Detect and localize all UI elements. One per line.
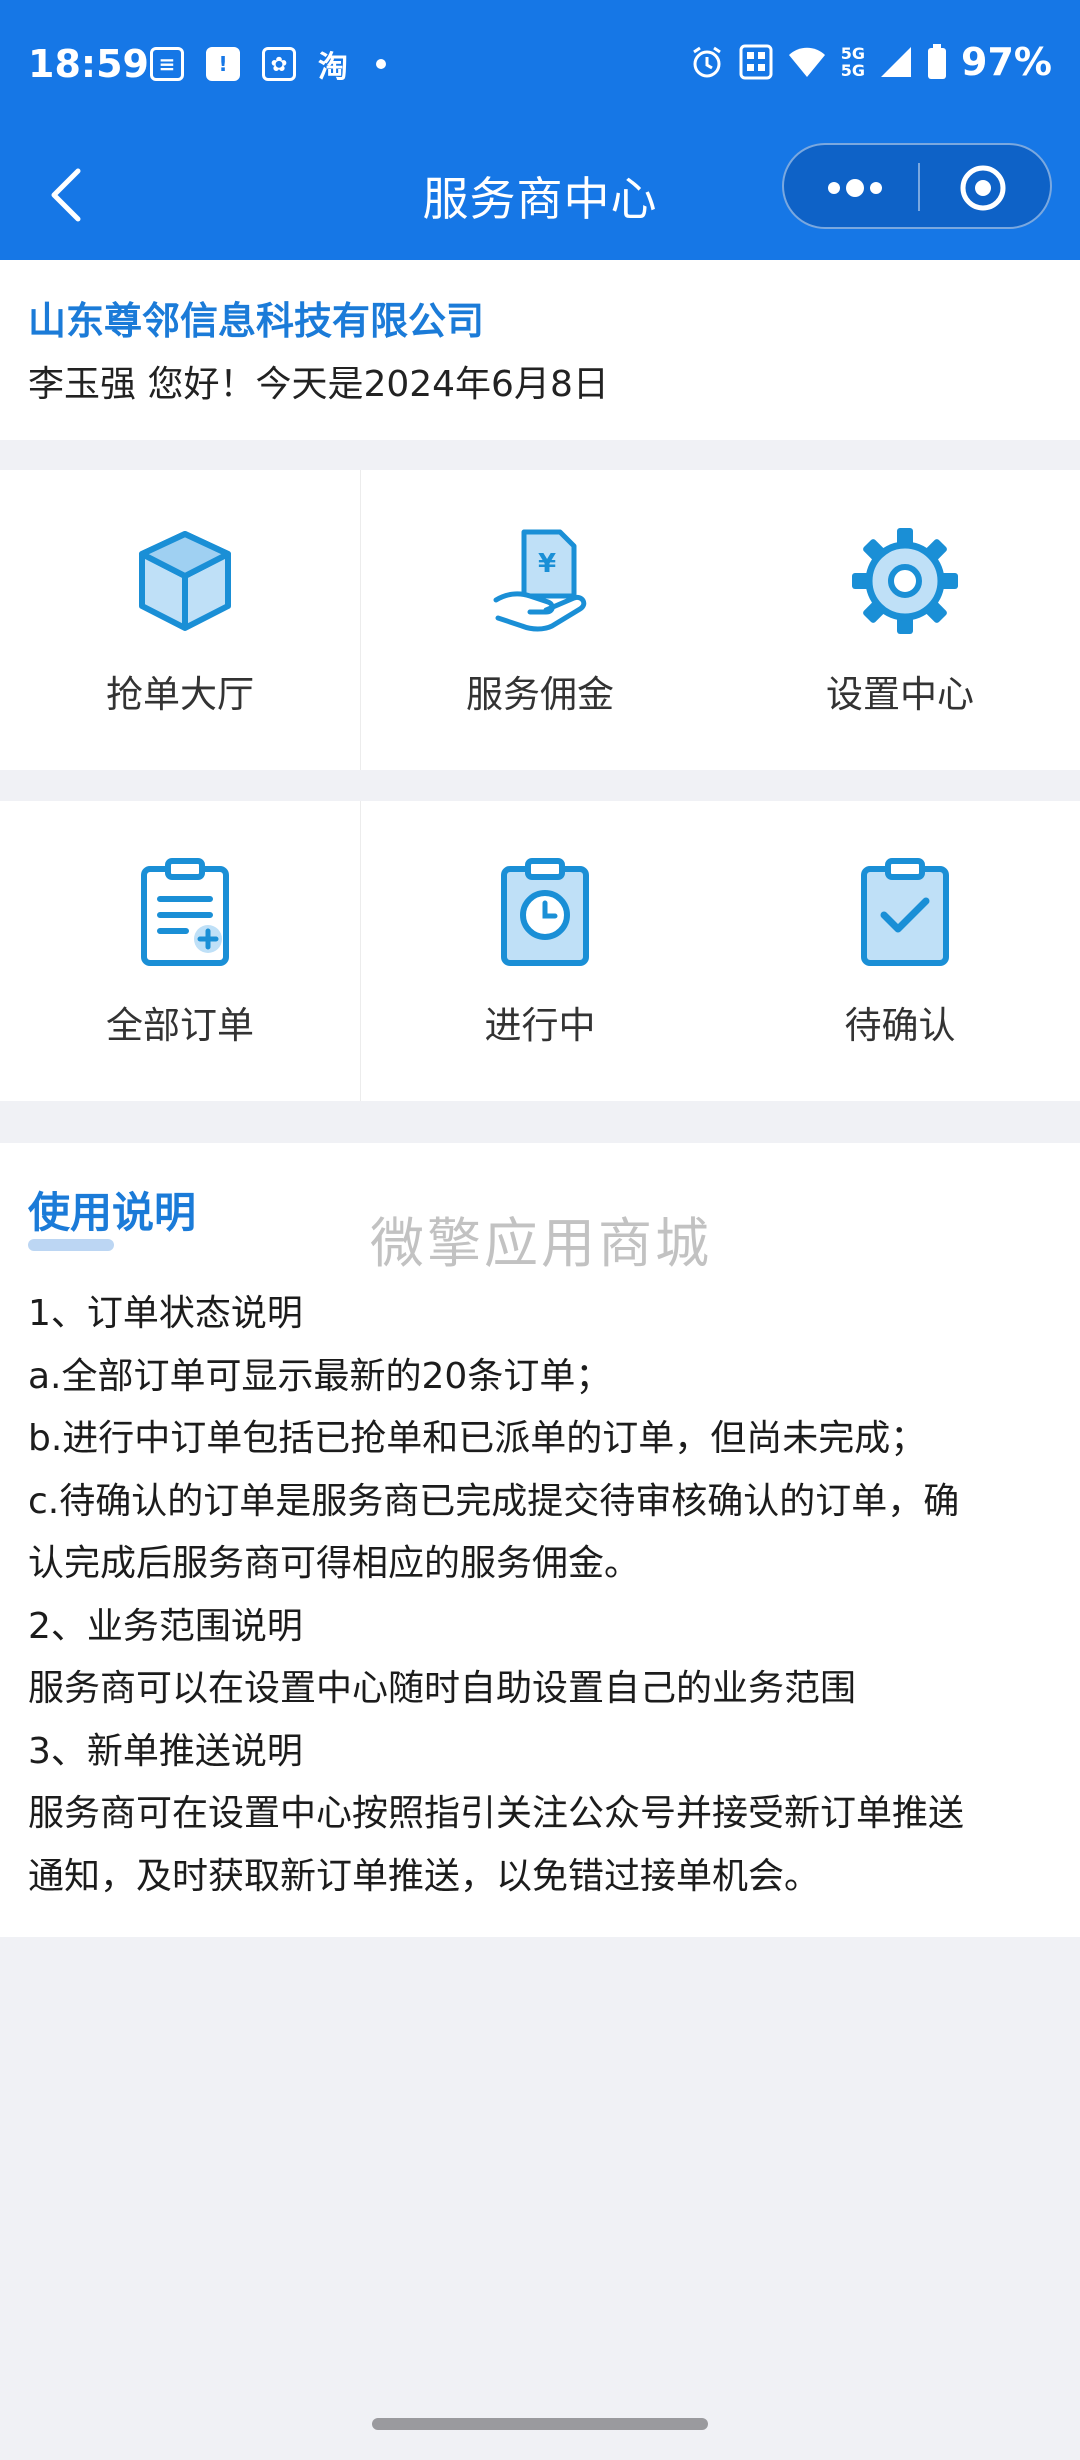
menu-label: 抢单大厅: [106, 673, 254, 716]
alert-icon: !: [206, 47, 240, 81]
home-indicator[interactable]: [372, 2418, 708, 2430]
menu-label: 待确认: [844, 1004, 956, 1047]
instruction-line: 服务商可在设置中心按照指引关注公众号并接受新订单推送: [28, 1793, 965, 1834]
menu-item-grab-hall[interactable]: 抢单大厅: [0, 470, 360, 770]
more-icon[interactable]: [820, 173, 890, 203]
capsule-divider: [918, 163, 920, 211]
menu-item-all-orders[interactable]: 全部订单: [0, 801, 360, 1101]
instruction-line: 认完成后服务商可得相应的服务佣金。: [28, 1543, 641, 1584]
status-bar: 18:59 ≡ ! ✿ 淘 5G 5G 97%: [0, 0, 1080, 135]
nav-bar: 服务商中心: [0, 135, 1080, 260]
commission-hand-icon: ¥: [493, 529, 587, 632]
box-icon: [139, 531, 231, 631]
signal-icon: [881, 47, 912, 77]
title-underline: [28, 1239, 114, 1251]
instruction-line: c.待确认的订单是服务商已完成提交待审核确认的订单，确: [28, 1480, 960, 1522]
greeting-text: 李玉强 您好！今天是2024年6月8日: [28, 364, 609, 405]
menu-item-in-progress[interactable]: 进行中: [360, 801, 720, 1101]
taobao-icon: 淘: [318, 50, 348, 85]
menu-item-commission[interactable]: ¥ 服务佣金: [360, 470, 720, 770]
network-type: 5G 5G: [841, 45, 865, 79]
usage-instructions: 使用说明 微擎应用商城 1、订单状态说明 a.全部订单可显示最新的20条订单； …: [0, 1143, 1080, 1937]
status-time: 18:59: [28, 42, 149, 86]
network-label-2: 5G: [840, 61, 866, 80]
menu-label: 设置中心: [826, 673, 974, 716]
instruction-line: b.进行中订单包括已抢单和已派单的订单，但尚未完成；: [28, 1418, 927, 1459]
company-header: 山东尊邻信息科技有限公司 李玉强 您好！今天是2024年6月8日: [0, 260, 1080, 440]
instructions-text: 1、订单状态说明 a.全部订单可显示最新的20条订单； b.进行中订单包括已抢单…: [28, 1283, 1058, 1908]
menu-item-pending-confirm[interactable]: 待确认: [720, 801, 1080, 1101]
menu-label: 全部订单: [106, 1004, 254, 1047]
clock-clipboard-icon: [501, 858, 589, 966]
wifi-icon: [788, 47, 825, 77]
menu-label: 进行中: [484, 1004, 596, 1047]
instruction-line: 服务商可以在设置中心随时自助设置自己的业务范围: [28, 1668, 857, 1709]
instruction-line: 3、新单推送说明: [28, 1730, 303, 1772]
gear-icon: [852, 528, 958, 634]
notes-icon: ≡: [150, 47, 184, 81]
nfc-icon: [739, 44, 773, 80]
menu-item-settings[interactable]: 设置中心: [720, 470, 1080, 770]
menu-label: 服务佣金: [466, 673, 614, 716]
order-list-icon: [141, 858, 229, 966]
instruction-line: a.全部订单可显示最新的20条订单；: [28, 1355, 612, 1397]
battery-percent: 97%: [961, 40, 1052, 84]
company-name: 山东尊邻信息科技有限公司: [28, 299, 485, 343]
menu-grid-row-2: 全部订单 进行中 待确认: [0, 801, 1080, 1101]
battery-icon: [928, 44, 947, 79]
baidu-icon: ✿: [262, 47, 296, 81]
more-notifications-dot: [376, 59, 386, 69]
alarm-icon: [692, 46, 721, 78]
instruction-line: 通知，及时获取新订单推送，以免错过接单机会。: [28, 1855, 821, 1897]
instruction-line: 1、订单状态说明: [28, 1293, 303, 1334]
svg-text:¥: ¥: [538, 549, 556, 579]
instruction-line: 2、业务范围说明: [28, 1605, 303, 1647]
notification-icons: ≡ ! ✿ 淘: [150, 42, 386, 86]
check-clipboard-icon: [861, 858, 949, 966]
menu-grid-row-1: 抢单大厅 ¥ 服务佣金 设置中心: [0, 470, 1080, 770]
section-title: 使用说明: [28, 1188, 197, 1237]
close-mini-program-icon[interactable]: [959, 164, 1007, 212]
system-icons: 5G 5G 97%: [689, 40, 1052, 84]
mini-program-capsule: [782, 143, 1052, 229]
watermark: 微擎应用商城: [370, 1212, 712, 1275]
